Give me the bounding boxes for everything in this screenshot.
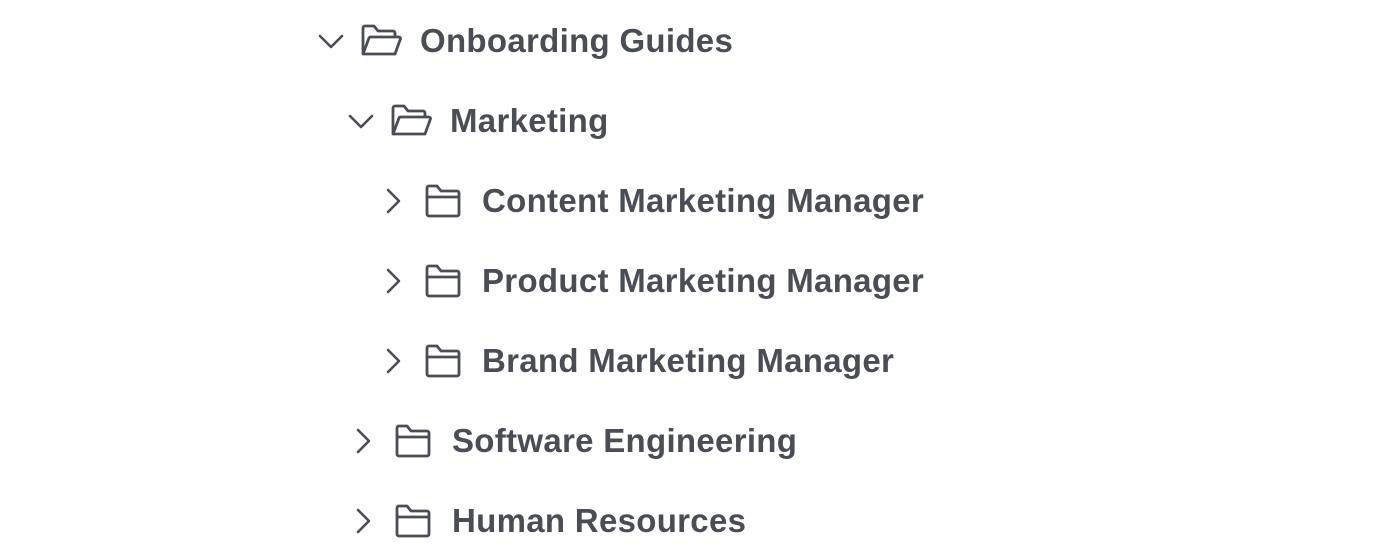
chevron-down-icon[interactable]	[346, 106, 376, 136]
chevron-right-icon[interactable]	[378, 346, 408, 376]
tree-item-label: Human Resources	[452, 502, 747, 539]
tree-item-onboarding-guides[interactable]: Onboarding Guides	[316, 13, 733, 69]
folder-open-icon	[390, 101, 432, 141]
folder-icon	[422, 261, 464, 301]
folder-open-icon	[360, 21, 402, 61]
chevron-right-icon[interactable]	[378, 186, 408, 216]
chevron-right-icon[interactable]	[348, 506, 378, 536]
tree-item-label: Brand Marketing Manager	[482, 342, 895, 379]
tree-item-label: Content Marketing Manager	[482, 182, 925, 219]
folder-icon	[392, 501, 434, 541]
chevron-down-icon[interactable]	[316, 26, 346, 56]
chevron-right-icon[interactable]	[348, 426, 378, 456]
folder-icon	[392, 421, 434, 461]
tree-item-label: Software Engineering	[452, 422, 798, 459]
tree-item-label: Marketing	[450, 102, 609, 139]
tree-item-software-engineering[interactable]: Software Engineering	[348, 413, 797, 469]
tree-item-marketing[interactable]: Marketing	[346, 93, 609, 149]
tree-item-human-resources[interactable]: Human Resources	[348, 493, 746, 549]
tree-item-product-marketing-manager[interactable]: Product Marketing Manager	[378, 253, 924, 309]
tree-item-label: Product Marketing Manager	[482, 262, 925, 299]
folder-tree: Onboarding Guides Marketing Content Mark…	[0, 0, 1400, 560]
folder-icon	[422, 181, 464, 221]
tree-item-content-marketing-manager[interactable]: Content Marketing Manager	[378, 173, 924, 229]
tree-item-brand-marketing-manager[interactable]: Brand Marketing Manager	[378, 333, 894, 389]
chevron-right-icon[interactable]	[378, 266, 408, 296]
folder-icon	[422, 341, 464, 381]
tree-item-label: Onboarding Guides	[420, 22, 734, 59]
